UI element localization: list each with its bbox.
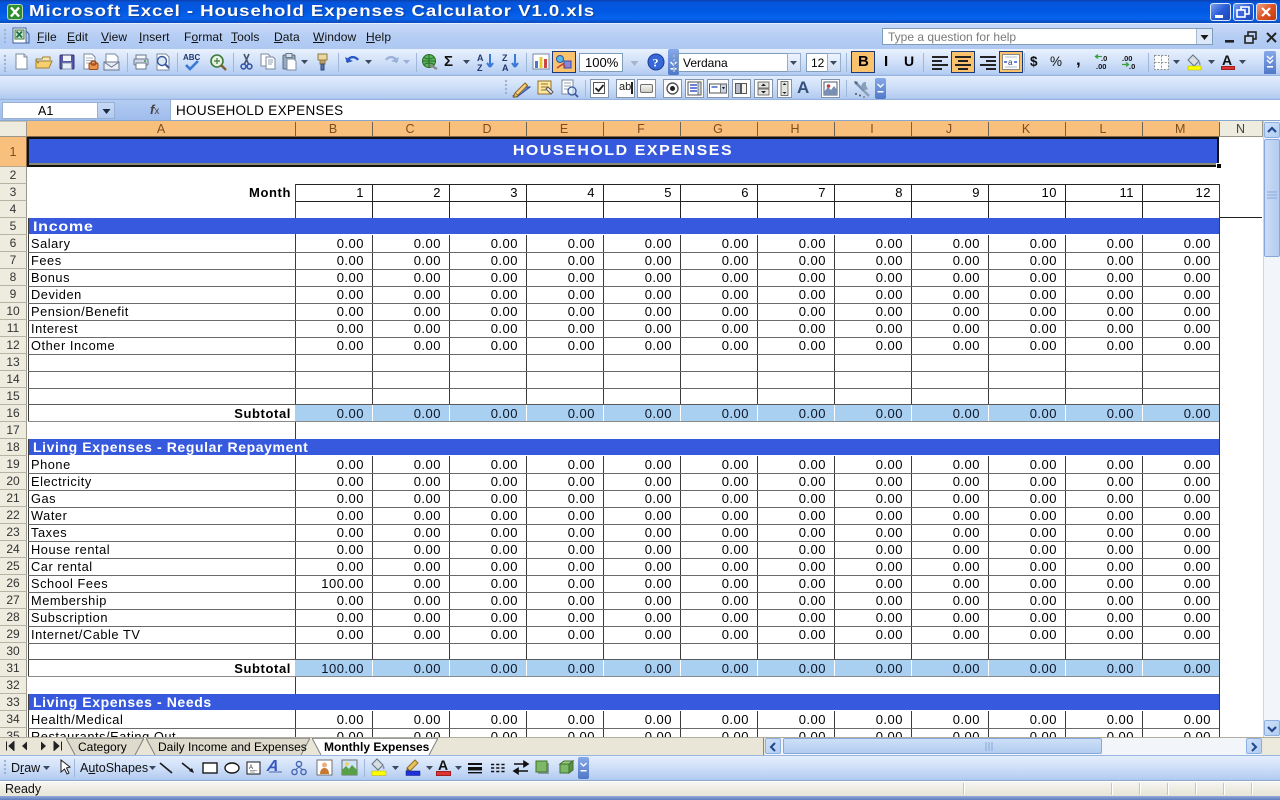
svg-text:.0: .0: [1129, 62, 1135, 71]
svg-text:.00: .00: [1096, 62, 1106, 71]
svg-text:?: ?: [653, 56, 659, 70]
svg-text:A: A: [477, 53, 484, 63]
svg-text:A: A: [249, 765, 253, 771]
svg-text:Z: Z: [477, 63, 483, 72]
svg-text:A: A: [502, 63, 509, 72]
svg-text:a: a: [1008, 58, 1013, 67]
svg-text:ABC: ABC: [183, 53, 201, 62]
svg-text:Z: Z: [502, 53, 508, 63]
